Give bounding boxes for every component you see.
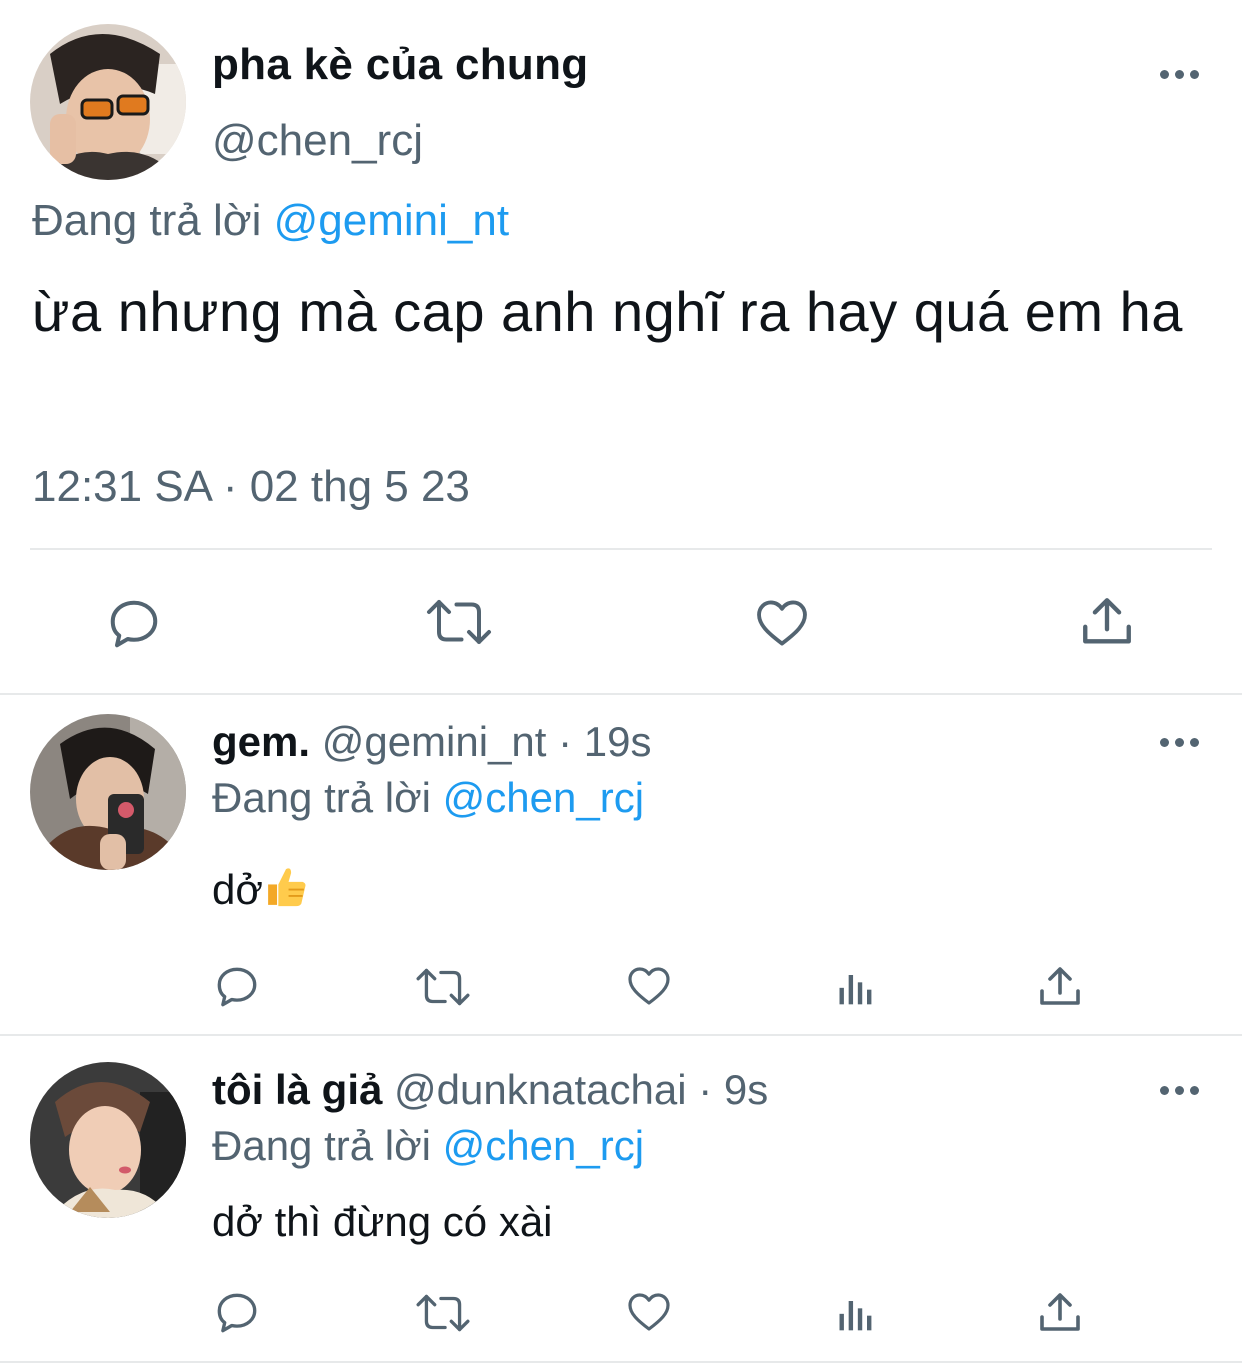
tweet-timestamp[interactable]: 12:31 SA · 02 thg 5 23 [32, 462, 470, 512]
analytics-icon[interactable] [834, 1290, 878, 1334]
replying-label: Đang trả lời [212, 1122, 431, 1169]
replying-label: Đang trả lời [32, 196, 262, 245]
replying-to-line: Đang trả lời @chen_rcj [212, 1122, 644, 1170]
replying-to-link[interactable]: @gemini_nt [274, 196, 509, 245]
reply-icon[interactable] [104, 594, 164, 654]
retweet-icon[interactable] [424, 592, 494, 652]
tweet-text: ừa nhưng mà cap anh nghĩ ra hay quá em h… [32, 280, 1183, 343]
divider [0, 1034, 1242, 1036]
share-icon[interactable] [1078, 592, 1136, 652]
share-icon[interactable] [1036, 962, 1084, 1012]
divider [0, 1361, 1242, 1363]
replying-label: Đang trả lời [212, 774, 431, 821]
analytics-icon[interactable] [834, 964, 878, 1008]
reply-time[interactable]: · 19s [558, 718, 651, 765]
reply-author-name[interactable]: tôi là giả [212, 1066, 382, 1113]
reply-icon[interactable] [212, 962, 262, 1012]
divider [30, 548, 1212, 550]
reply-avatar[interactable] [30, 1062, 186, 1218]
thumbs-up-emoji [268, 868, 306, 907]
reply-text: dở thì đừng có xài [212, 1198, 553, 1245]
retweet-icon[interactable] [414, 962, 472, 1012]
retweet-icon[interactable] [414, 1288, 472, 1338]
replying-to-link[interactable]: @chen_rcj [443, 774, 644, 821]
reply-author-name[interactable]: gem. [212, 718, 310, 765]
more-options-icon[interactable] [1160, 70, 1199, 79]
share-icon[interactable] [1036, 1288, 1084, 1338]
like-icon[interactable] [624, 962, 674, 1010]
more-options-icon[interactable] [1160, 738, 1199, 747]
replying-to-line: Đang trả lời @gemini_nt [32, 196, 509, 246]
reply-author-handle[interactable]: @dunknatachai [394, 1066, 687, 1113]
divider [0, 693, 1242, 695]
reply-header: tôi là giả @dunknatachai · 9s [212, 1066, 768, 1114]
like-icon[interactable] [752, 594, 812, 652]
more-options-icon[interactable] [1160, 1086, 1199, 1095]
replying-to-line: Đang trả lời @chen_rcj [212, 774, 644, 822]
reply-text: dở [212, 866, 263, 913]
main-author-handle[interactable]: @chen_rcj [212, 116, 423, 166]
reply-avatar[interactable] [30, 714, 186, 870]
reply-author-handle[interactable]: @gemini_nt [322, 718, 547, 765]
reply-icon[interactable] [212, 1288, 262, 1338]
main-author-name[interactable]: pha kè của chung [212, 40, 588, 90]
reply-header: gem. @gemini_nt · 19s [212, 718, 652, 766]
reply-time[interactable]: · 9s [698, 1066, 768, 1113]
main-avatar[interactable] [30, 24, 186, 180]
reply-text-line: dở [212, 864, 309, 914]
like-icon[interactable] [624, 1288, 674, 1336]
replying-to-link[interactable]: @chen_rcj [443, 1122, 644, 1169]
